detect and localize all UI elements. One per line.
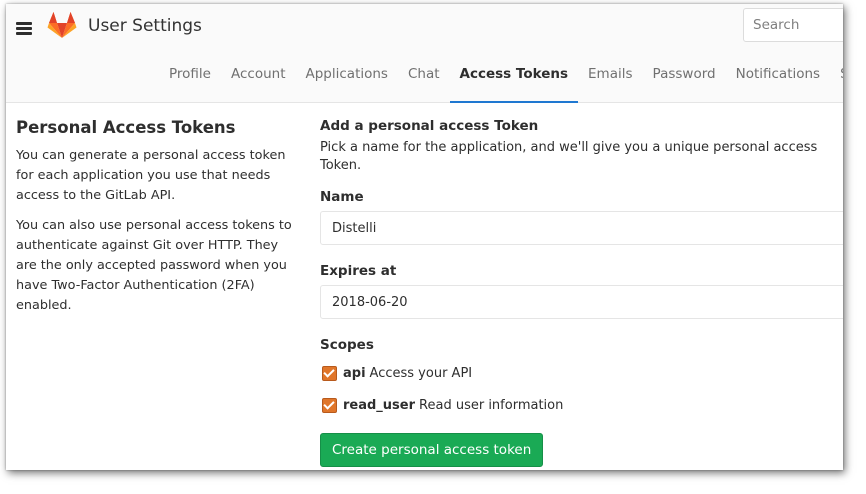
tab-account[interactable]: Account [221,62,296,102]
page-title: User Settings [88,16,202,36]
form-title: Add a personal access Token [320,118,539,134]
scope-name: read_user [343,397,416,413]
name-label: Name [320,189,364,205]
info-panel: Personal Access Tokens You can generate … [16,118,298,326]
scope-name: api [343,365,366,381]
name-field[interactable] [320,211,843,245]
top-header: User Settings Profile Account Applicatio… [6,4,843,103]
tab-emails[interactable]: Emails [578,62,643,102]
tab-password[interactable]: Password [643,62,726,102]
token-form: Add a personal access Token Pick a name … [320,117,843,467]
tab-chat[interactable]: Chat [398,62,450,102]
info-paragraph-1: You can generate a personal access token… [16,148,286,203]
read-user-checkbox[interactable] [322,397,337,413]
scope-description: Read user information [419,397,564,413]
expires-label: Expires at [320,263,397,279]
tab-notifications[interactable]: Notifications [726,62,831,102]
gitlab-logo-icon[interactable] [47,11,77,39]
menu-icon[interactable] [16,22,32,35]
scope-read-user: read_user Read user information [320,393,843,417]
scope-description: Access your API [369,365,473,381]
create-token-button[interactable]: Create personal access token [320,433,544,467]
tab-profile[interactable]: Profile [159,62,221,102]
info-paragraph-2: You can also use personal access tokens … [16,218,292,313]
api-checkbox[interactable] [322,365,337,381]
tab-access-tokens[interactable]: Access Tokens [449,62,579,103]
app-window: User Settings Profile Account Applicatio… [6,4,843,470]
form-description: Pick a name for the application, and we'… [320,140,818,173]
settings-tabs: Profile Account Applications Chat Access… [159,62,843,103]
scopes-label: Scopes [320,337,374,353]
expires-field[interactable] [320,285,843,319]
scope-api: api Access your API [320,361,843,385]
tab-ssh-keys[interactable]: SSH Keys [830,62,843,102]
section-heading: Personal Access Tokens [16,118,236,137]
search-input[interactable] [743,8,843,42]
tab-applications[interactable]: Applications [296,62,398,102]
